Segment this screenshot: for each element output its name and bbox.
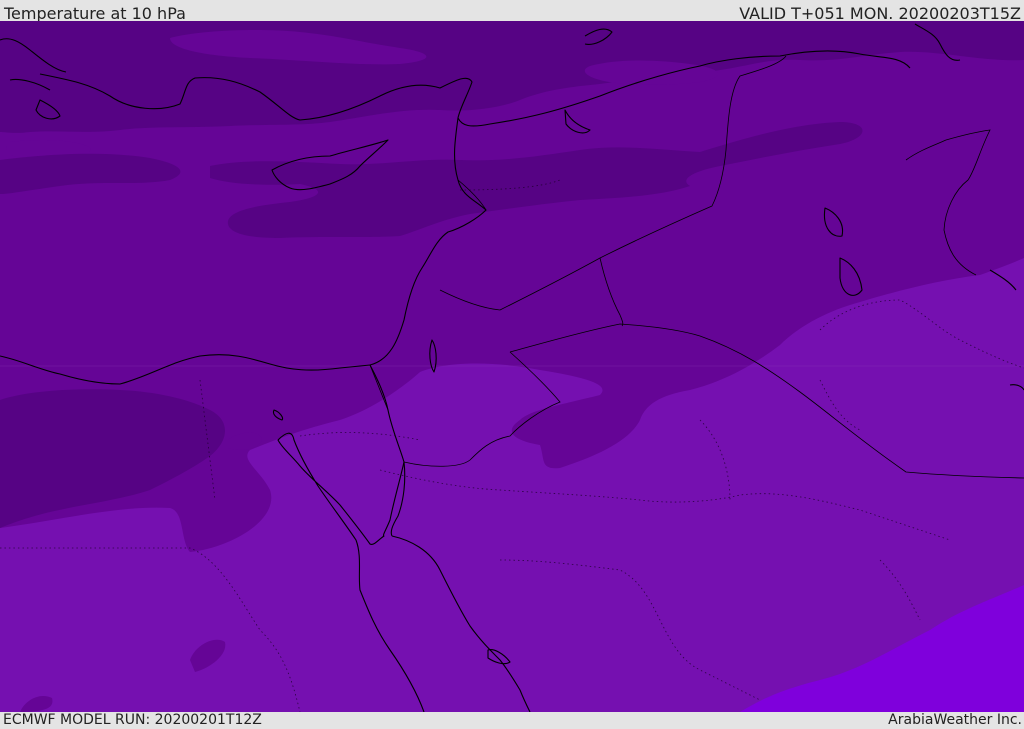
credit-label: ArabiaWeather Inc. — [888, 712, 1022, 728]
footer-bar: ECMWF MODEL RUN: 20200201T12Z ArabiaWeat… — [0, 712, 1024, 729]
temperature-map[interactable] — [0, 21, 1024, 712]
model-run: ECMWF MODEL RUN: 20200201T12Z — [3, 712, 262, 728]
header-bar: Temperature at 10 hPa VALID T+051 MON. 2… — [0, 0, 1024, 23]
